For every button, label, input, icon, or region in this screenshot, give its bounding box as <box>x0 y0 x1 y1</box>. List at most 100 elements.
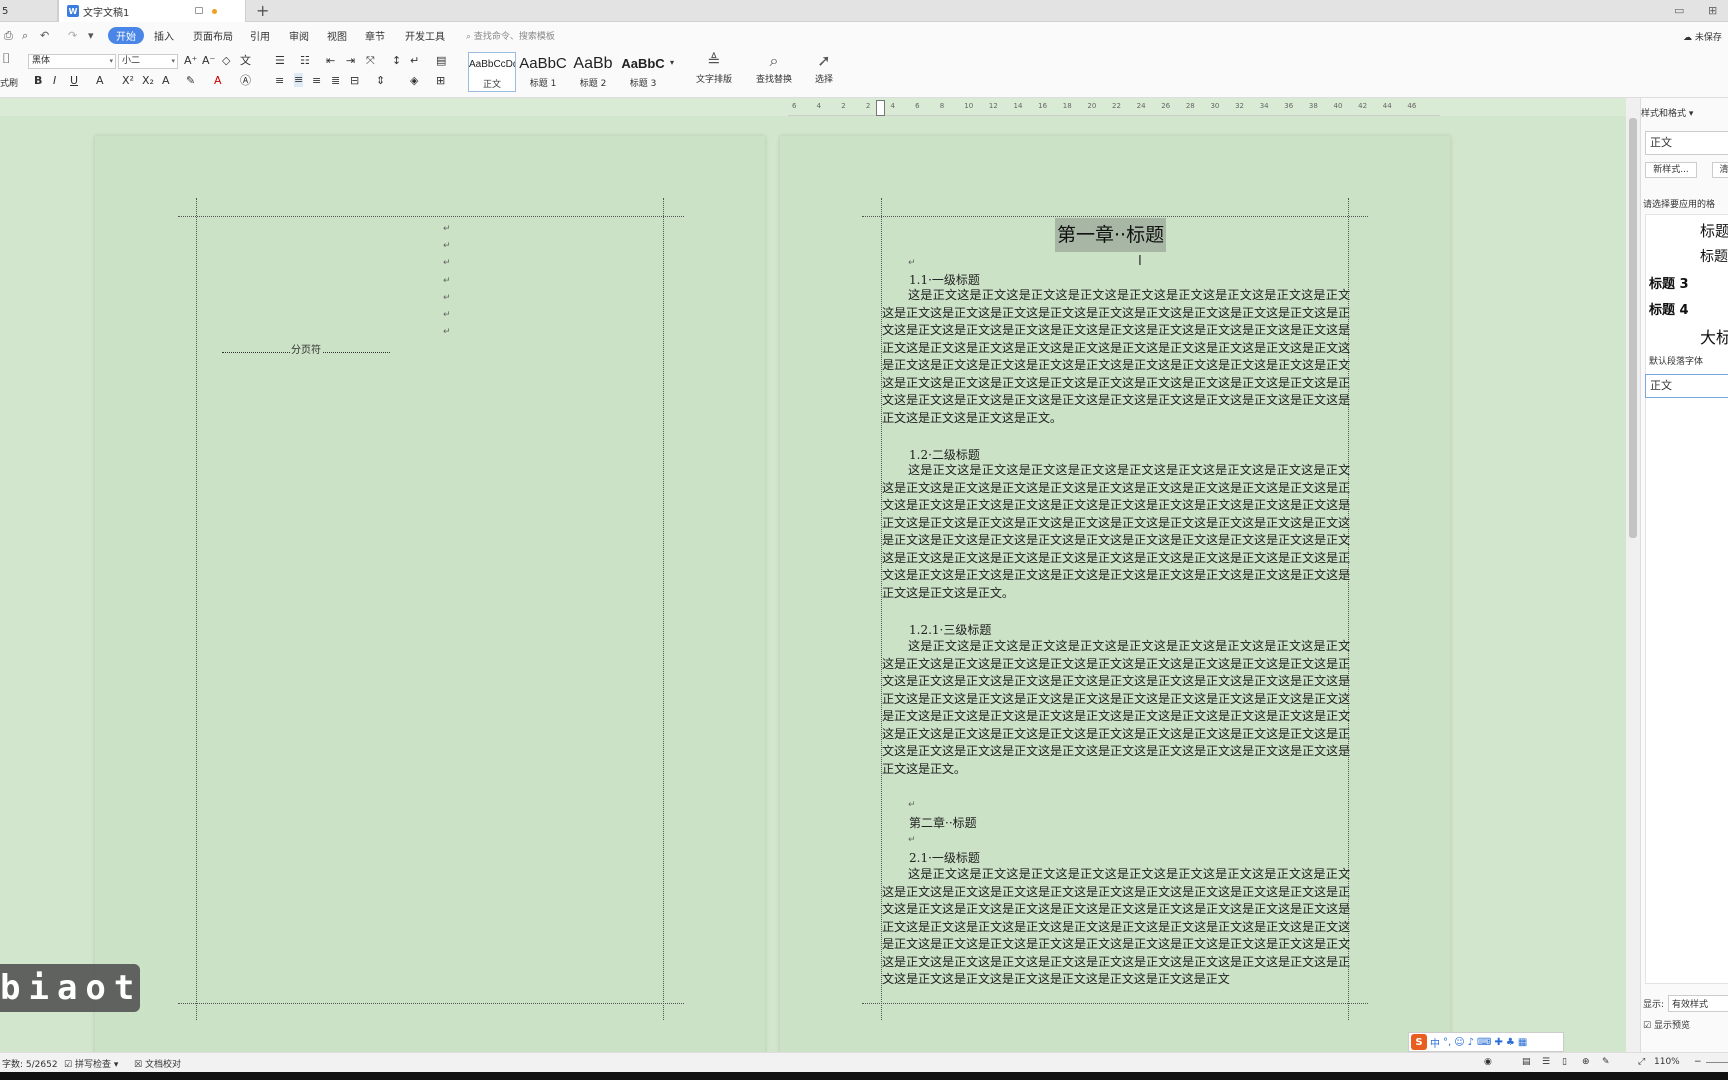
keyboard-icon[interactable]: ⌨ <box>1477 1037 1491 1048</box>
menu-references[interactable]: 引用 <box>250 28 270 43</box>
zoom-level[interactable]: 110% <box>1654 1057 1680 1067</box>
borders-icon[interactable]: ⊞ <box>436 74 445 88</box>
menu-view[interactable]: 视图 <box>327 28 347 43</box>
doc-proofread[interactable]: ☒ 文档校对 <box>134 1057 181 1070</box>
subscript-icon[interactable]: X₂ <box>142 74 154 88</box>
style-normal[interactable]: AaBbCcDd 正文 <box>468 52 516 92</box>
style-heading-1[interactable]: AaBbC 标题 1 <box>518 52 568 92</box>
align-center-icon[interactable]: ≡ <box>294 73 304 87</box>
menu-insert[interactable]: 插入 <box>154 28 174 43</box>
font-name-select[interactable]: 黑体 ▾ <box>28 54 116 69</box>
new-style-button[interactable]: 新样式... <box>1645 162 1697 178</box>
chapter-2-heading[interactable]: 第二章··标题 <box>909 814 977 831</box>
justify-icon[interactable]: ≣ <box>331 74 340 88</box>
char-border-icon[interactable]: Ⓐ <box>240 74 251 88</box>
layout-icon[interactable]: ▭ <box>1674 4 1684 17</box>
heading-1-2[interactable]: 1.2·二级标题 <box>909 446 980 463</box>
styles-panel-title[interactable]: 样式和格式 ▾ <box>1641 106 1693 119</box>
chinese-layout-icon[interactable]: ⤧ <box>366 54 375 68</box>
body-paragraph[interactable]: 这是正文这是正文这是正文这是正文这是正文这是正文这是正文这是正文这是正文这是正文… <box>882 866 1350 1000</box>
highlight-icon[interactable]: ✎ <box>186 74 195 88</box>
current-style-field[interactable]: 正文 <box>1645 131 1728 155</box>
redo-icon[interactable]: ↷ <box>68 29 77 42</box>
preview-icon[interactable]: ⌕ <box>22 29 28 43</box>
heading-2-1[interactable]: 2.1·一级标题 <box>909 849 980 866</box>
menu-developer[interactable]: 开发工具 <box>405 28 445 43</box>
new-tab-button[interactable]: + <box>256 1 269 21</box>
quick-access-dropdown-icon[interactable]: ▾ <box>88 29 94 42</box>
distribute-icon[interactable]: ⊟ <box>350 74 359 88</box>
shading-icon[interactable]: ◈ <box>410 74 418 88</box>
print-icon[interactable]: ⎙ <box>4 29 13 43</box>
strikethrough-icon[interactable]: A <box>96 74 104 88</box>
eye-protect-icon[interactable]: ◉ <box>1484 1057 1492 1067</box>
reading-view-icon[interactable]: ▯ <box>1562 1057 1567 1067</box>
grid-icon[interactable]: ⊞ <box>1708 4 1717 17</box>
fit-icon[interactable]: ⤢ <box>1638 1057 1645 1067</box>
font-color-icon[interactable]: A <box>214 74 222 88</box>
tab-previous[interactable]: 5 <box>0 0 58 22</box>
table-grid-icon[interactable]: ▤ <box>436 54 446 68</box>
text-layout-button[interactable]: ≜ 文字排版 <box>690 50 738 85</box>
numbered-list-icon[interactable]: ☷ <box>300 54 310 68</box>
style-heading-2[interactable]: AaBb 标题 2 <box>568 52 618 92</box>
undo-icon[interactable]: ↶ <box>40 29 49 42</box>
zoom-slider[interactable] <box>1706 1062 1728 1063</box>
menu-grid-icon[interactable]: ▦ <box>1518 1037 1527 1048</box>
ime-mode[interactable]: 中 <box>1430 1035 1440 1050</box>
menu-review[interactable]: 审阅 <box>289 28 309 43</box>
show-marks-icon[interactable]: ↵ <box>410 54 419 68</box>
edit-icon[interactable]: ✎ <box>1602 1057 1610 1067</box>
align-left-icon[interactable]: ≡ <box>275 74 284 88</box>
align-right-icon[interactable]: ≡ <box>312 74 321 88</box>
body-paragraph[interactable]: 这是正文这是正文这是正文这是正文这是正文这是正文这是正文这是正文这是正文这是正文… <box>882 287 1350 427</box>
menu-home[interactable]: 开始 <box>108 27 144 44</box>
style-list-selected[interactable]: 正文 <box>1645 374 1728 398</box>
unsaved-status[interactable]: ☁ 未保存 <box>1683 30 1722 43</box>
format-painter-icon[interactable]: ⌷ <box>2 52 10 66</box>
clear-format-icon[interactable]: ◇ <box>222 54 230 68</box>
style-list-item[interactable]: 标题 <box>1700 220 1728 241</box>
page-view-icon[interactable]: ▤ <box>1522 1057 1531 1067</box>
superscript-icon[interactable]: X² <box>122 74 134 88</box>
decrease-indent-icon[interactable]: ⇤ <box>326 54 335 68</box>
web-view-icon[interactable]: ⊕ <box>1582 1057 1590 1067</box>
bold-icon[interactable]: B <box>34 74 42 88</box>
zoom-out-icon[interactable]: − <box>1694 1057 1702 1067</box>
emoji-icon[interactable]: ☺ <box>1454 1037 1464 1048</box>
bullet-list-icon[interactable]: ☰ <box>275 54 285 68</box>
heading-1-1[interactable]: 1.1·一级标题 <box>909 271 980 288</box>
font-size-select[interactable]: 小二 ▾ <box>118 54 178 69</box>
body-paragraph[interactable]: 这是正文这是正文这是正文这是正文这是正文这是正文这是正文这是正文这是正文这是正文… <box>882 638 1350 778</box>
select-button[interactable]: ➚ 选择 <box>800 50 848 85</box>
style-heading-3[interactable]: AaBbC 标题 3 <box>618 52 668 92</box>
tools-icon[interactable]: ✚ <box>1494 1037 1502 1048</box>
indent-marker[interactable] <box>876 100 885 116</box>
increase-indent-icon[interactable]: ⇥ <box>346 54 355 68</box>
outline-view-icon[interactable]: ☰ <box>1542 1057 1550 1067</box>
vertical-scrollbar[interactable] <box>1626 98 1640 1058</box>
italic-icon[interactable]: I <box>53 74 56 88</box>
horizontal-ruler[interactable]: 6 4 2 2 4 6 8 10 12 14 16 18 20 22 24 26 28 30 32 34 36 38 40 4… <box>788 100 1440 116</box>
style-list-item[interactable]: 标题 <box>1700 246 1728 266</box>
scrollbar-thumb[interactable] <box>1629 118 1637 538</box>
ime-toolbar[interactable]: S 中 °, ☺ ♪ ⌨ ✚ ♣ ▦ <box>1408 1032 1564 1052</box>
show-filter-select[interactable]: 有效样式 <box>1668 995 1728 1012</box>
show-preview-checkbox[interactable]: ☑ 显示预览 <box>1643 1018 1690 1031</box>
text-effect-icon[interactable]: A <box>162 74 170 88</box>
grow-font-icon[interactable]: A⁺ <box>184 54 197 68</box>
find-replace-button[interactable]: ⌕ 查找替换 <box>750 50 798 85</box>
sort-icon[interactable]: ↕ <box>392 54 401 68</box>
menu-chapter[interactable]: 章节 <box>365 28 385 43</box>
microphone-icon[interactable]: ♪ <box>1468 1037 1474 1048</box>
tab-document[interactable]: W 文字文稿1 <box>58 0 246 22</box>
skin-icon[interactable]: ♣ <box>1506 1037 1515 1048</box>
style-list-item[interactable]: 大标 <box>1700 324 1728 348</box>
menu-page-layout[interactable]: 页面布局 <box>193 28 233 43</box>
body-paragraph[interactable]: 这是正文这是正文这是正文这是正文这是正文这是正文这是正文这是正文这是正文这是正文… <box>882 462 1350 602</box>
gallery-more-icon[interactable]: ▾ <box>670 56 674 70</box>
word-count[interactable]: 字数: 5/2652 <box>2 1057 58 1070</box>
default-paragraph-font[interactable]: 默认段落字体 <box>1649 354 1703 367</box>
heading-1-2-1[interactable]: 1.2.1·三级标题 <box>909 621 991 638</box>
shrink-font-icon[interactable]: A⁻ <box>202 54 215 68</box>
